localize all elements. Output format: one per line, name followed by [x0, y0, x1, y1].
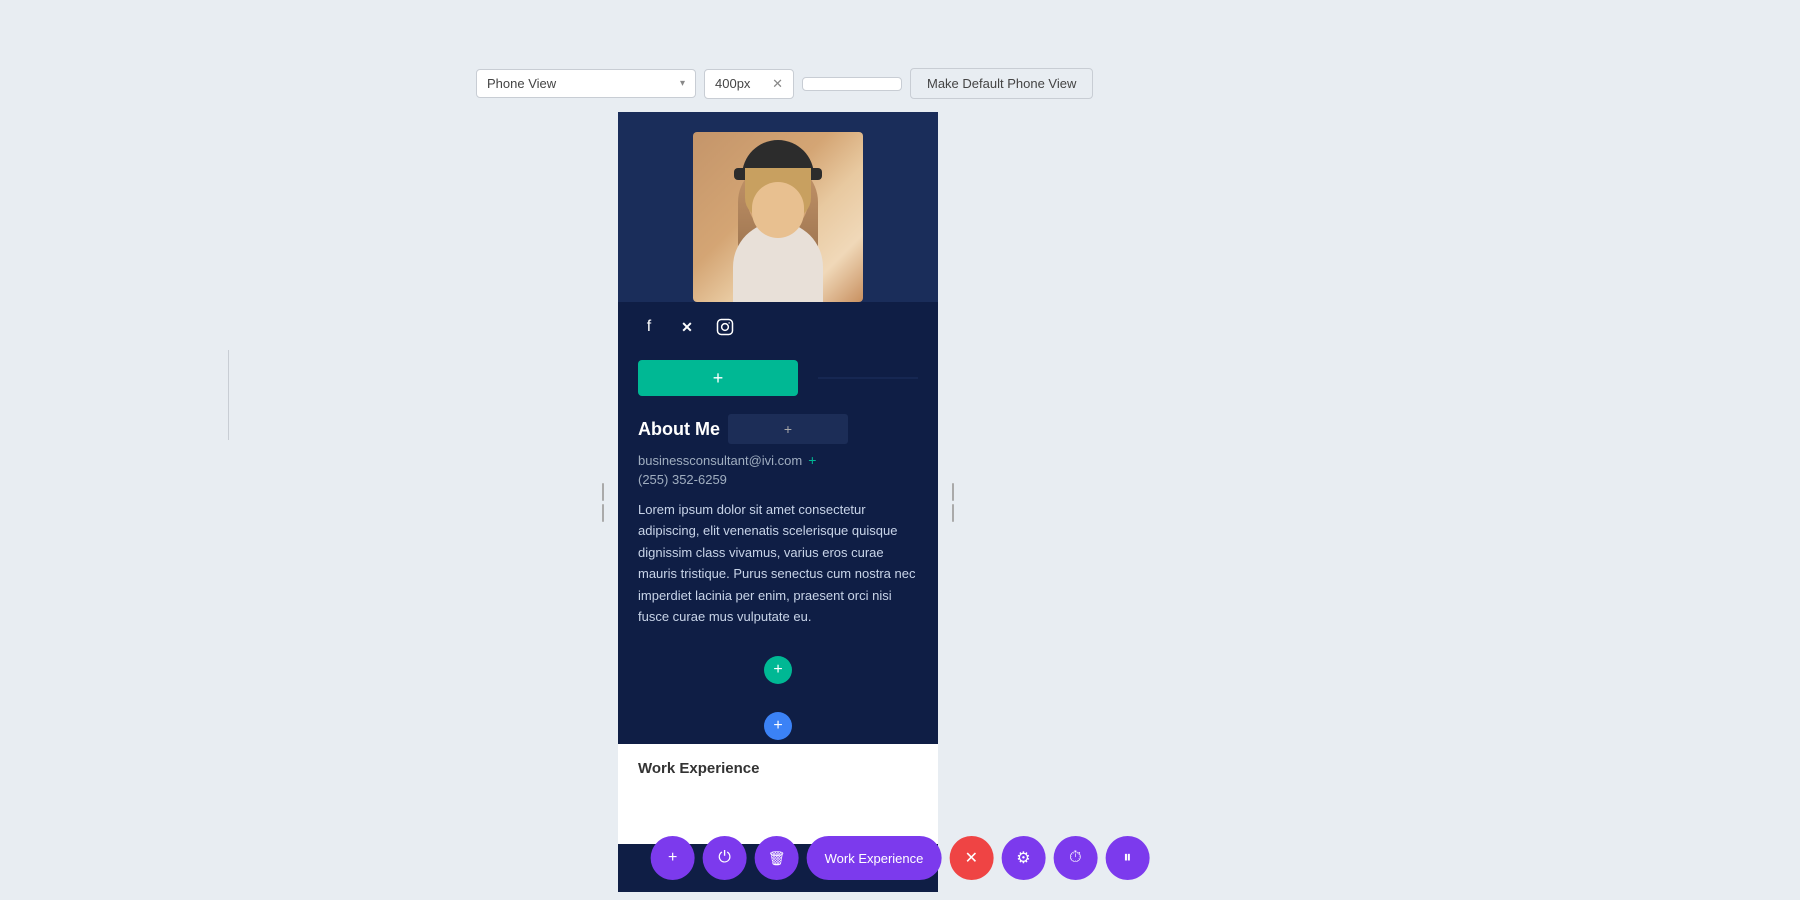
instagram-icon[interactable] — [714, 316, 736, 338]
add-teal-button[interactable]: + — [638, 360, 798, 396]
social-icons-row: f ✕ — [618, 302, 938, 352]
phone-content: f ✕ + About Me + b — [618, 112, 938, 892]
resize-handle-right[interactable] — [950, 482, 956, 522]
ft-gear-button[interactable]: ⚙ — [1001, 836, 1045, 880]
about-title-row: About Me + — [638, 414, 918, 444]
contact-phone: (255) 352-6259 — [638, 472, 918, 487]
white-section: Work Experience — [618, 744, 938, 844]
ft-gear-icon: ⚙ — [1016, 848, 1030, 868]
ft-trash-button[interactable]: 🗑 — [755, 836, 799, 880]
add-btn-line — [818, 378, 918, 379]
ft-pause-icon: ⏸ — [1123, 849, 1131, 867]
ft-add-icon: + — [668, 849, 677, 867]
close-icon[interactable]: ✕ — [772, 76, 783, 92]
make-default-button[interactable]: Make Default Phone View — [910, 68, 1093, 99]
section-divider: + — [618, 708, 938, 744]
add-inline-icon: + — [784, 421, 792, 437]
ft-clock-icon: ⏱ — [1069, 849, 1081, 867]
px-value: 400px — [715, 76, 766, 91]
email-text: businessconsultant@ivi.com — [638, 453, 802, 468]
toolbar-extra — [802, 77, 902, 91]
profile-image — [693, 132, 863, 302]
ft-power-icon: ⏻ — [718, 849, 731, 867]
view-select-label: Phone View — [487, 76, 556, 91]
px-input-wrapper: 400px ✕ — [704, 69, 794, 99]
ft-add-button[interactable]: + — [651, 836, 695, 880]
ft-trash-icon: 🗑 — [768, 850, 786, 867]
add-inline-button[interactable]: + — [728, 414, 848, 444]
ft-clock-button[interactable]: ⏱ — [1053, 836, 1097, 880]
about-title: About Me — [638, 419, 720, 440]
ft-power-button[interactable]: ⏻ — [703, 836, 747, 880]
toolbar: Phone View ▾ 400px ✕ Make Default Phone … — [476, 68, 1093, 99]
face-decoration — [752, 182, 804, 238]
facebook-icon[interactable]: f — [638, 316, 660, 338]
ft-section-label: Work Experience — [807, 836, 942, 880]
chevron-down-icon: ▾ — [680, 78, 685, 89]
about-section: About Me + businessconsultant@ivi.com + … — [618, 404, 938, 708]
resize-handle-left[interactable] — [600, 482, 606, 522]
add-button-row: + — [618, 352, 938, 404]
section-add-button[interactable]: + — [764, 656, 792, 684]
work-exp-label: Work Experience — [638, 760, 759, 777]
twitter-x-icon[interactable]: ✕ — [676, 316, 698, 338]
phone-preview: f ✕ + About Me + b — [618, 112, 938, 892]
divider-add-button[interactable]: + — [764, 712, 792, 740]
floating-toolbar: + ⏻ 🗑 Work Experience ✕ ⚙ ⏱ ⏸ — [651, 836, 1150, 880]
contact-email: businessconsultant@ivi.com + — [638, 452, 918, 468]
ft-close-button[interactable]: ✕ — [949, 836, 993, 880]
view-select[interactable]: Phone View ▾ — [476, 69, 696, 98]
phone-text: (255) 352-6259 — [638, 472, 727, 487]
profile-image-area — [618, 112, 938, 302]
left-separator — [228, 350, 229, 440]
ft-pause-button[interactable]: ⏸ — [1105, 836, 1149, 880]
ft-close-icon: ✕ — [965, 848, 978, 868]
lorem-text: Lorem ipsum dolor sit amet consectetur a… — [638, 499, 918, 628]
email-plus-icon[interactable]: + — [808, 452, 816, 468]
